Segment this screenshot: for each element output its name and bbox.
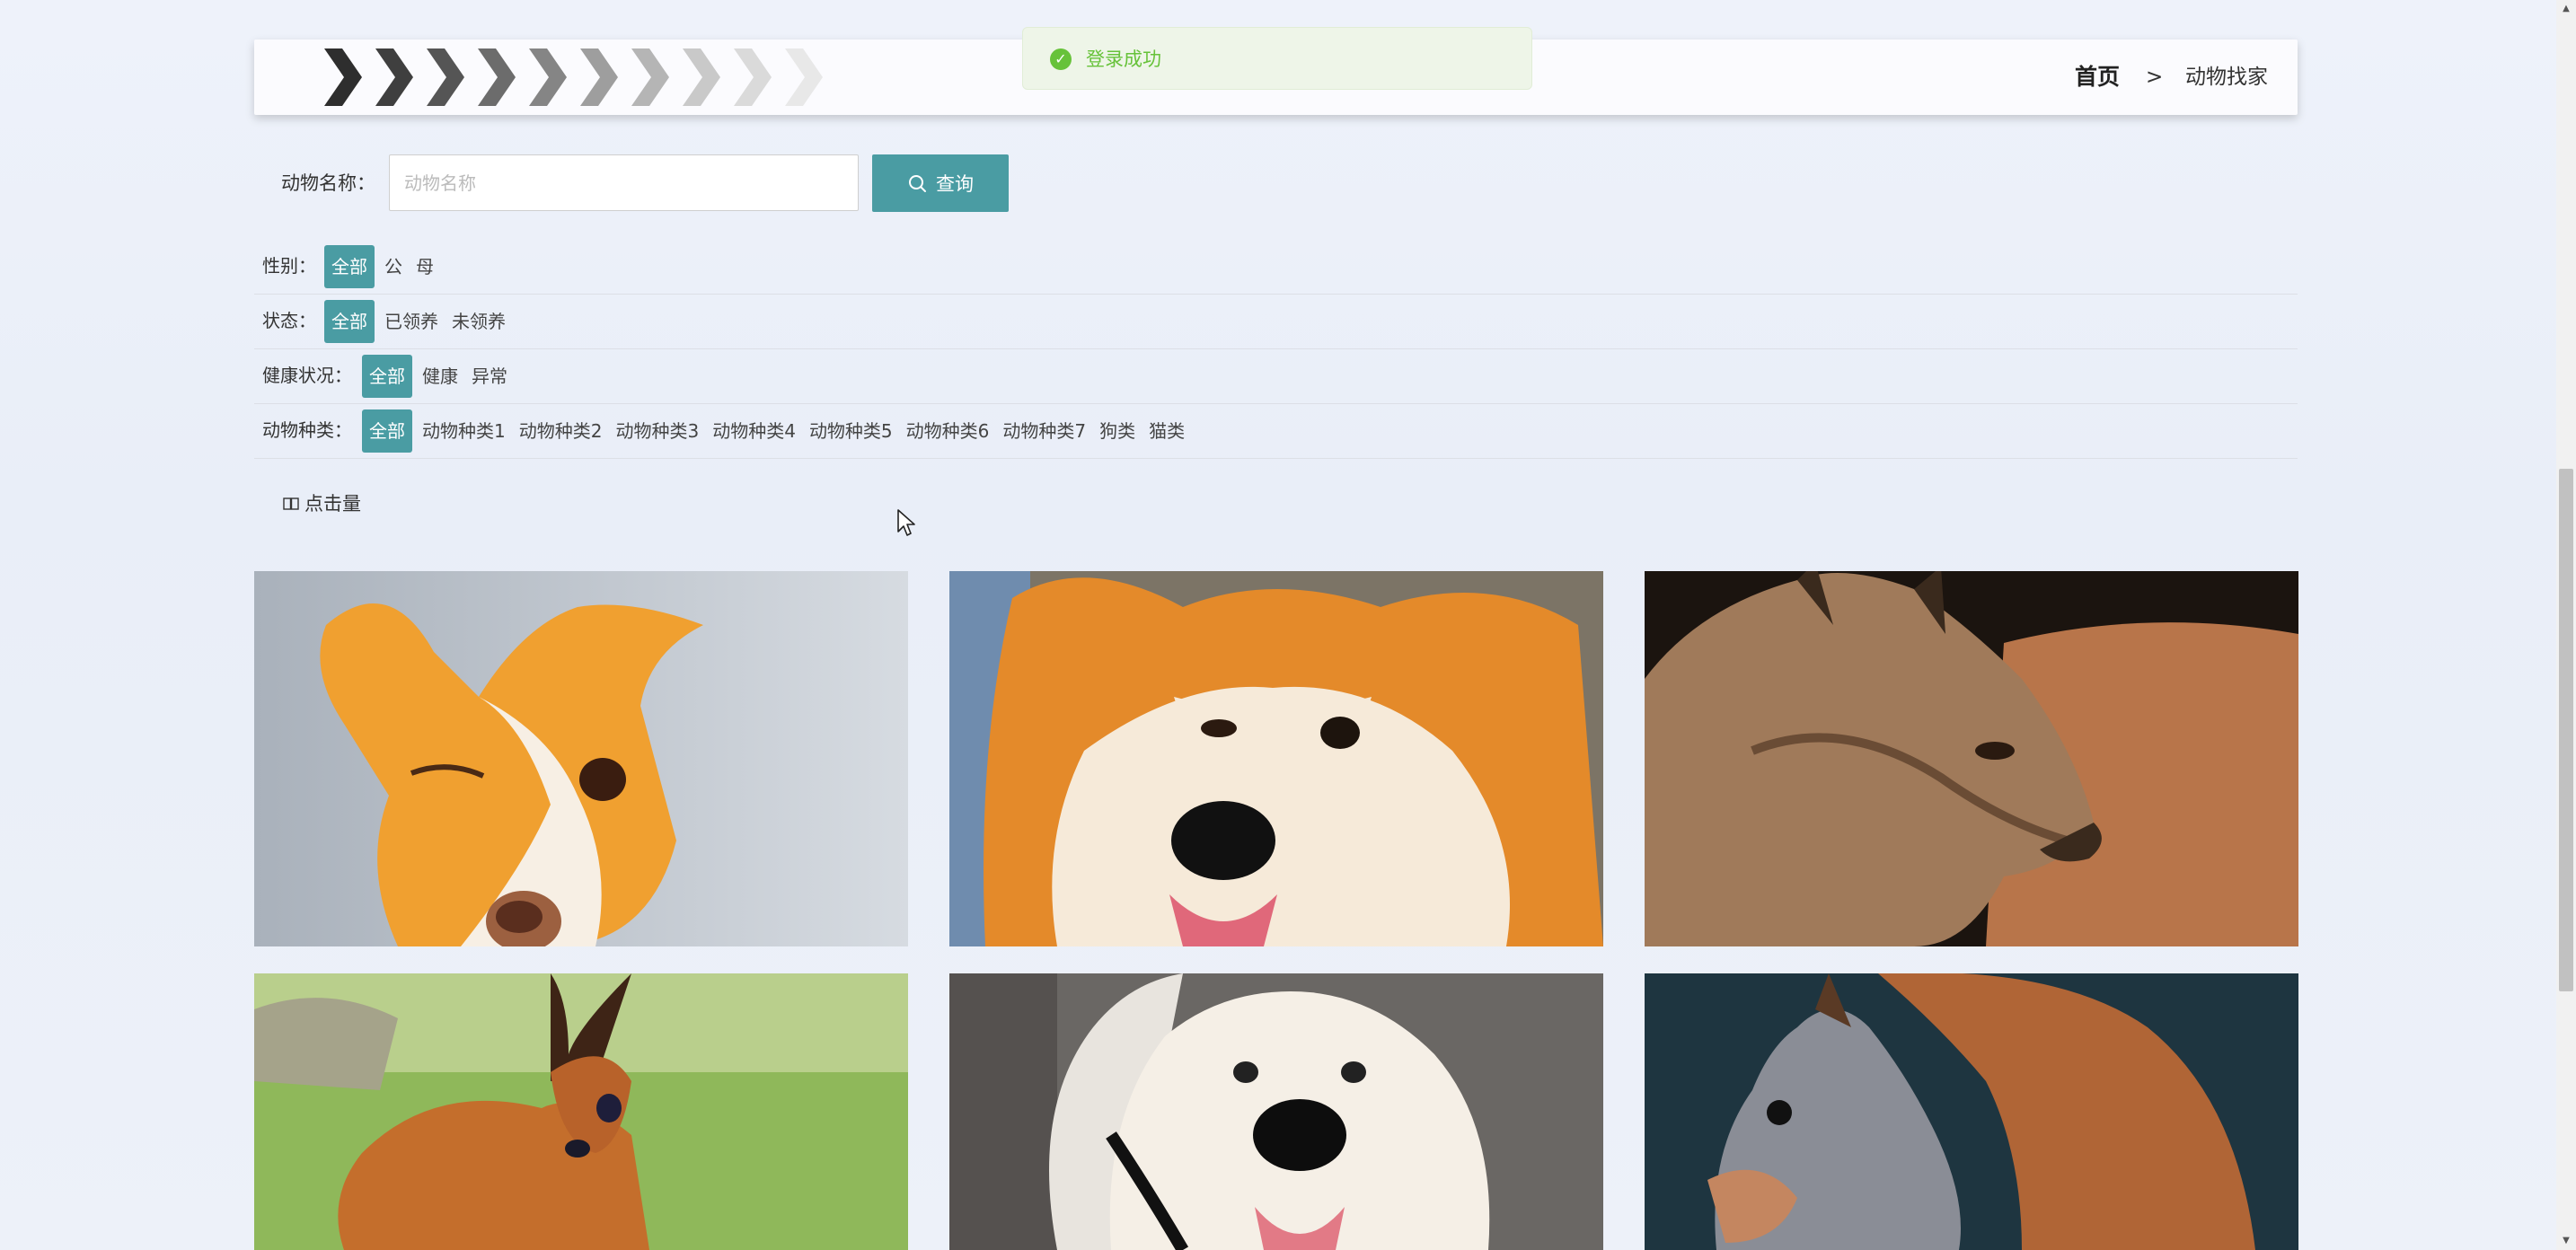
filter-option-all[interactable]: 全部 xyxy=(362,409,412,453)
chevron-shape xyxy=(580,48,618,106)
animal-card-lynx[interactable] xyxy=(1645,571,2298,946)
animal-card-chihuahua[interactable] xyxy=(254,571,908,946)
filter-options: 全部 已领养 未领养 xyxy=(324,294,513,348)
book-icon xyxy=(283,497,299,510)
search-button[interactable]: 查询 xyxy=(872,154,1009,212)
chevron-shape xyxy=(427,48,464,106)
filter-option-cats[interactable]: 猫类 xyxy=(1142,409,1191,453)
filter-options: 全部 健康 异常 xyxy=(362,348,515,403)
search-button-label: 查询 xyxy=(936,173,974,195)
filter-option-all[interactable]: 全部 xyxy=(324,299,375,343)
filter-option-dogs[interactable]: 狗类 xyxy=(1093,409,1142,453)
filter-option-all[interactable]: 全部 xyxy=(362,354,412,398)
chevron-shape xyxy=(324,48,362,106)
animal-card-shiba-inu[interactable] xyxy=(949,571,1603,946)
filter-row-status: 状态： 全部 已领养 未领养 xyxy=(254,294,2298,349)
samoyed-photo xyxy=(949,973,1603,1250)
filter-options: 全部 公 母 xyxy=(324,239,441,294)
animal-card-deer[interactable] xyxy=(254,973,908,1250)
filter-option-healthy[interactable]: 健康 xyxy=(416,355,464,398)
chevron-shape xyxy=(529,48,567,106)
filter-option-species-6[interactable]: 动物种类6 xyxy=(900,409,996,453)
mouse-cursor-icon xyxy=(897,509,915,536)
filter-row-gender: 性别： 全部 公 母 xyxy=(254,239,2298,295)
chevron-shape xyxy=(631,48,669,106)
animal-card-samoyed[interactable] xyxy=(949,973,1603,1250)
filter-title: 动物种类： xyxy=(262,419,352,441)
filter-title: 健康状况： xyxy=(262,365,352,386)
filter-option-not-adopted[interactable]: 未领养 xyxy=(446,300,512,343)
filter-options: 全部 动物种类1 动物种类2 动物种类3 动物种类4 动物种类5 动物种类6 动… xyxy=(362,403,1192,458)
chihuahua-photo xyxy=(254,571,908,946)
filter-title: 状态： xyxy=(262,310,316,331)
chevron-shape xyxy=(375,48,413,106)
filter-option-species-7[interactable]: 动物种类7 xyxy=(996,409,1092,453)
filter-option-abnormal[interactable]: 异常 xyxy=(465,355,514,398)
filter-option-adopted[interactable]: 已领养 xyxy=(378,300,445,343)
chevron-shape xyxy=(683,48,720,106)
animal-name-input[interactable] xyxy=(389,154,859,211)
filter-option-all[interactable]: 全部 xyxy=(324,244,375,288)
toast-message: 登录成功 xyxy=(1086,48,1161,70)
filter-option-species-3[interactable]: 动物种类3 xyxy=(609,409,705,453)
lynx-photo xyxy=(1645,571,2298,946)
filter-option-species-4[interactable]: 动物种类4 xyxy=(706,409,802,453)
deer-photo xyxy=(254,973,908,1250)
filter-option-female[interactable]: 母 xyxy=(410,245,440,288)
animal-card-squirrel[interactable] xyxy=(1645,973,2298,1250)
page: 首页 > 动物找家 ✓ 登录成功 动物名称： 查询 性别： 全部 公 母 状态：… xyxy=(0,0,2576,1250)
sort-by-clicks[interactable]: 点击量 xyxy=(283,486,361,522)
search-icon xyxy=(909,175,926,192)
filter-row-health: 健康状况： 全部 健康 异常 xyxy=(254,348,2298,404)
squirrel-photo xyxy=(1645,973,2298,1250)
filter-option-male[interactable]: 公 xyxy=(378,245,409,288)
breadcrumb-separator: > xyxy=(2146,66,2164,89)
chevron-banner-logo xyxy=(324,48,823,106)
filter-title: 性别： xyxy=(262,255,316,277)
success-toast: ✓ 登录成功 xyxy=(1022,27,1532,90)
chevron-shape xyxy=(478,48,516,106)
shiba-inu-photo xyxy=(949,571,1603,946)
breadcrumb-current: 动物找家 xyxy=(2185,66,2268,89)
breadcrumb-home-link[interactable]: 首页 xyxy=(2075,40,2120,115)
scroll-down-arrow-icon[interactable]: ▼ xyxy=(2561,1236,2572,1246)
filter-option-species-5[interactable]: 动物种类5 xyxy=(803,409,899,453)
filter-row-species: 动物种类： 全部 动物种类1 动物种类2 动物种类3 动物种类4 动物种类5 动… xyxy=(254,403,2298,459)
filter-option-species-2[interactable]: 动物种类2 xyxy=(513,409,609,453)
filter-option-species-1[interactable]: 动物种类1 xyxy=(416,409,512,453)
check-circle-icon: ✓ xyxy=(1050,48,1072,70)
chevron-shape xyxy=(785,48,823,106)
scroll-up-arrow-icon[interactable]: ▲ xyxy=(2561,4,2572,14)
sort-by-clicks-label: 点击量 xyxy=(304,493,361,515)
animal-name-label: 动物名称： xyxy=(281,172,375,194)
chevron-shape xyxy=(734,48,772,106)
scrollbar-thumb[interactable] xyxy=(2559,469,2573,991)
